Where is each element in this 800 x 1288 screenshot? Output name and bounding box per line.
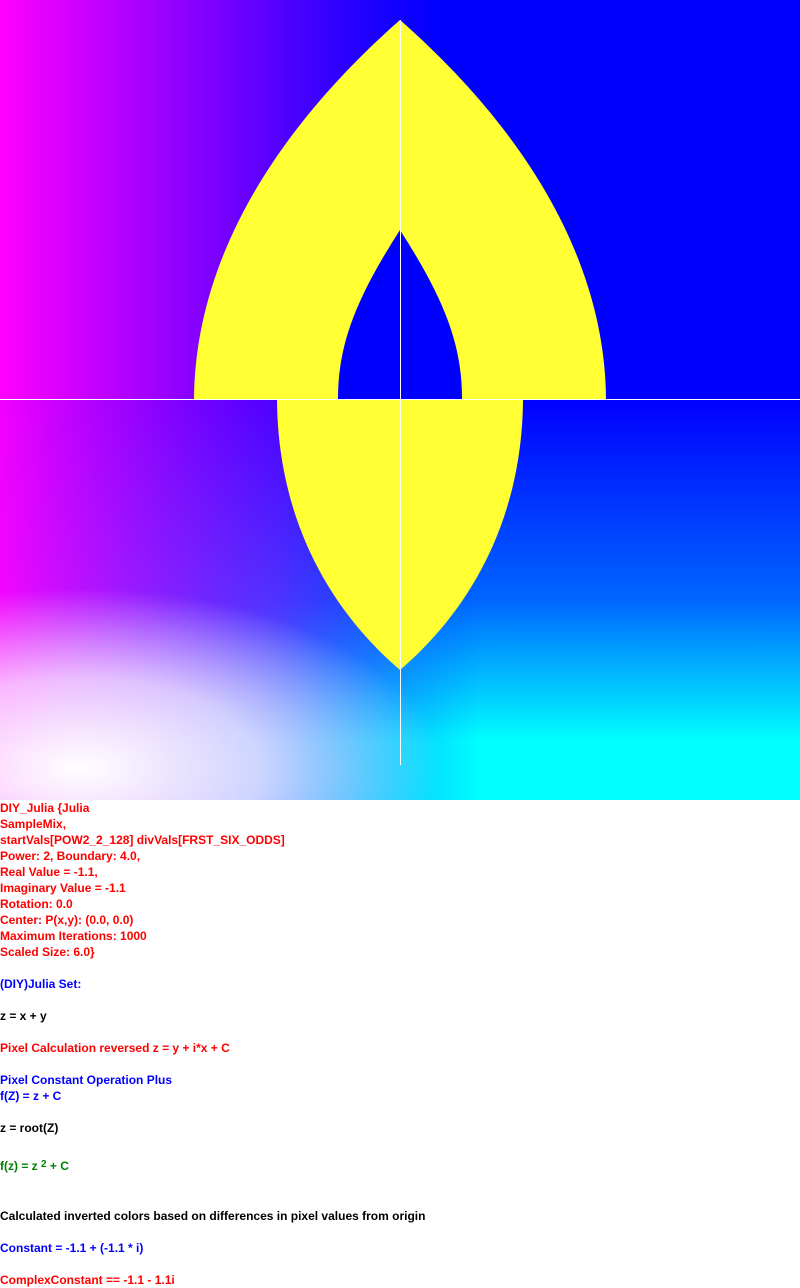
julia-fractal-image (0, 0, 800, 800)
z-root: z = root(Z) (0, 1121, 59, 1135)
z-definition: z = x + y (0, 1009, 47, 1023)
function-power-prefix: f(z) = z (0, 1159, 41, 1173)
pixel-calculation: Pixel Calculation reversed z = y + i*x +… (0, 1041, 230, 1055)
header-line: Center: P(x,y): (0.0, 0.0) (0, 913, 134, 927)
header-line: Imaginary Value = -1.1 (0, 881, 126, 895)
header-line: SampleMix, (0, 817, 67, 831)
constant: Constant = -1.1 + (-1.1 * i) (0, 1241, 144, 1255)
function-plus: f(Z) = z + C (0, 1089, 62, 1103)
header-line: DIY_Julia {Julia (0, 801, 90, 815)
complex-constant: ComplexConstant == -1.1 - 1.1i (0, 1273, 175, 1287)
header-line: Maximum Iterations: 1000 (0, 929, 147, 943)
header-line: Scaled Size: 6.0} (0, 945, 95, 959)
constant-operation: Pixel Constant Operation Plus (0, 1073, 173, 1087)
header-line: Real Value = -1.1, (0, 865, 98, 879)
colors-note: Calculated inverted colors based on diff… (0, 1209, 426, 1223)
function-power-exponent: 2 (41, 1159, 47, 1170)
function-power-suffix: + C (46, 1159, 69, 1173)
header-line: Rotation: 0.0 (0, 897, 73, 911)
set-title: (DIY)Julia Set: (0, 977, 82, 991)
header-line: Power: 2, Boundary: 4.0, (0, 849, 141, 863)
header-line: startVals[POW2_2_128] divVals[FRST_SIX_O… (0, 833, 285, 847)
function-power: f(z) = z 2 + C (0, 1152, 800, 1176)
info-panel: DIY_Julia {Julia SampleMix, startVals[PO… (0, 800, 800, 1288)
